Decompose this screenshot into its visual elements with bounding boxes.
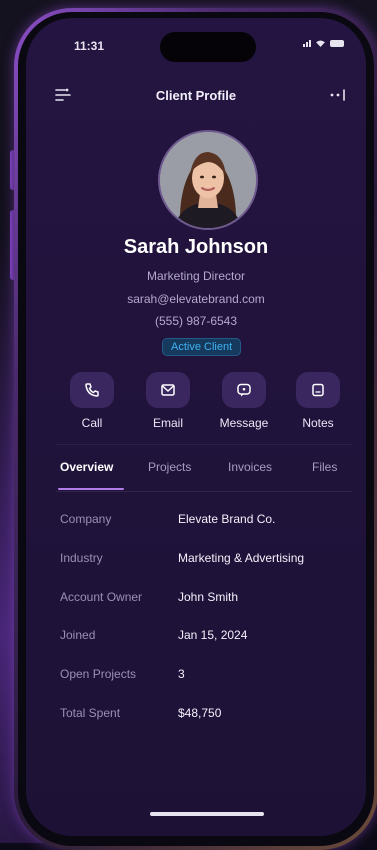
detail-value: $48,750 bbox=[178, 706, 222, 720]
note-icon bbox=[296, 372, 340, 408]
client-phone[interactable]: (555) 987-6543 bbox=[26, 314, 366, 328]
status-icons bbox=[303, 40, 344, 47]
tab-projects[interactable]: Projects bbox=[148, 460, 191, 474]
detail-label: Total Spent bbox=[60, 706, 121, 720]
more-dots-icon[interactable] bbox=[328, 86, 348, 104]
detail-row-industry: Industry Marketing & Advertising bbox=[26, 551, 366, 571]
detail-row-account-owner: Account Owner John Smith bbox=[26, 590, 366, 610]
chat-icon bbox=[222, 372, 266, 408]
client-name: Sarah Johnson bbox=[123, 236, 269, 258]
detail-label: Open Projects bbox=[60, 667, 137, 681]
detail-label: Account Owner bbox=[60, 590, 143, 604]
detail-value: Jan 15, 2024 bbox=[178, 628, 248, 642]
battery-icon bbox=[330, 40, 344, 47]
quick-actions: Call Email Message Notes bbox=[26, 372, 366, 432]
detail-row-company: Company Elevate Brand Co. bbox=[26, 512, 366, 532]
home-indicator[interactable] bbox=[150, 812, 264, 816]
avatar bbox=[158, 130, 258, 230]
detail-row-total-spent: Total Spent $48,750 bbox=[26, 706, 366, 726]
mail-icon bbox=[146, 372, 190, 408]
notes-button[interactable]: Notes bbox=[288, 372, 348, 430]
call-label: Call bbox=[81, 416, 103, 430]
message-button[interactable]: Message bbox=[214, 372, 274, 430]
detail-row-joined: Joined Jan 15, 2024 bbox=[26, 628, 366, 648]
detail-label: Industry bbox=[60, 551, 103, 565]
phone-screen: 11:31 Client Profile Sarah Johnson Marke… bbox=[26, 18, 366, 836]
tab-files[interactable]: Files bbox=[312, 460, 337, 474]
email-label: Email bbox=[152, 416, 183, 430]
phone-icon bbox=[70, 372, 114, 408]
message-label: Message bbox=[219, 416, 269, 430]
background-scene: 11:31 Client Profile Sarah Johnson Marke… bbox=[0, 0, 377, 850]
detail-label: Company bbox=[60, 512, 112, 526]
profile-photo bbox=[160, 132, 256, 228]
client-title: Marketing Director bbox=[146, 269, 246, 283]
active-tab-indicator bbox=[58, 488, 124, 490]
tab-bar: Overview Projects Invoices Files bbox=[26, 458, 366, 494]
client-email[interactable]: sarah@elevatebrand.com bbox=[26, 292, 366, 306]
page-title: Client Profile bbox=[155, 88, 237, 103]
call-button[interactable]: Call bbox=[62, 372, 122, 430]
tab-divider bbox=[56, 491, 352, 492]
app-header: Client Profile bbox=[26, 84, 366, 108]
dynamic-island bbox=[160, 32, 256, 62]
detail-value: John Smith bbox=[178, 590, 239, 604]
notes-label: Notes bbox=[302, 416, 334, 430]
section-divider bbox=[56, 444, 352, 445]
tab-overview[interactable]: Overview bbox=[60, 460, 113, 474]
detail-value: Elevate Brand Co. bbox=[178, 512, 276, 526]
detail-label: Joined bbox=[60, 628, 96, 642]
email-button[interactable]: Email bbox=[138, 372, 198, 430]
detail-value: 3 bbox=[178, 667, 185, 681]
detail-value: Marketing & Advertising bbox=[178, 551, 305, 565]
wifi-icon bbox=[316, 40, 325, 47]
status-badge: Active Client bbox=[162, 338, 242, 356]
detail-row-open-projects: Open Projects 3 bbox=[26, 667, 366, 687]
tab-invoices[interactable]: Invoices bbox=[228, 460, 272, 474]
status-time: 11:31 bbox=[74, 39, 105, 53]
signal-icon bbox=[303, 40, 311, 47]
